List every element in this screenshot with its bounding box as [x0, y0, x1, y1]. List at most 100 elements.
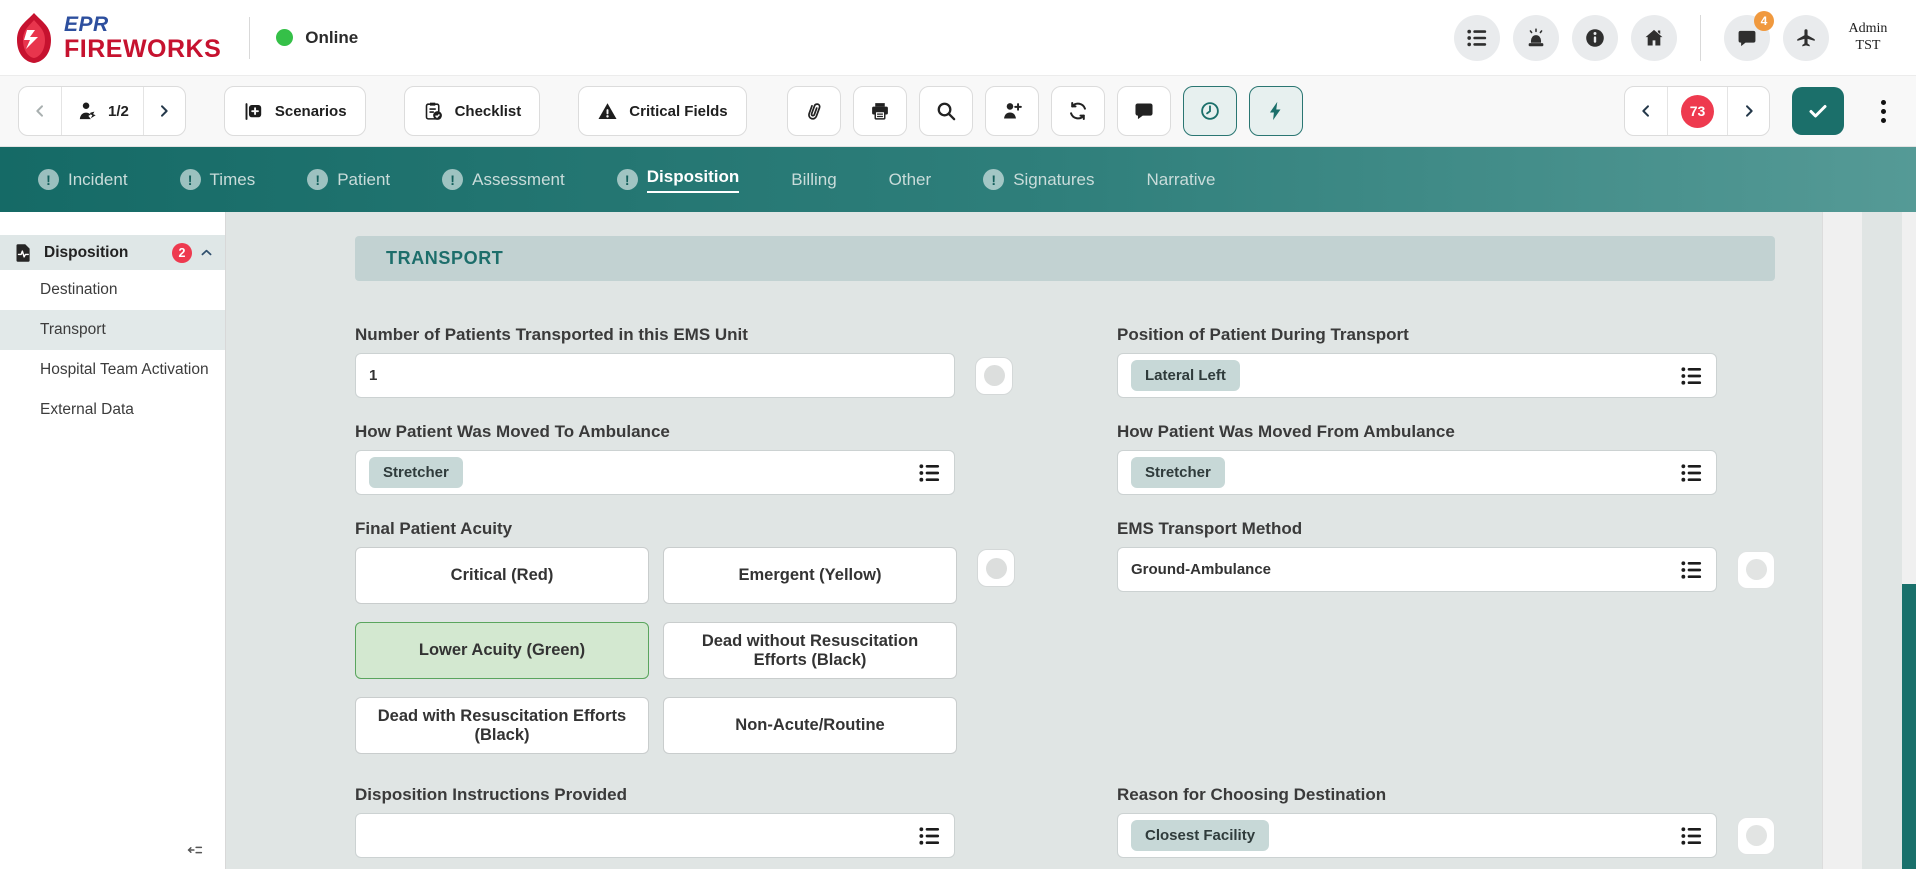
sidebar-section-label: Disposition: [44, 243, 129, 261]
menu-list-button[interactable]: [1454, 14, 1500, 61]
open-list-icon[interactable]: [1680, 558, 1703, 581]
divider: [249, 16, 251, 59]
comments-button[interactable]: [1116, 86, 1171, 136]
open-list-icon[interactable]: [1680, 364, 1703, 387]
destination-reason-status-button[interactable]: [1737, 816, 1775, 855]
chat-icon: [1738, 30, 1756, 46]
open-list-icon[interactable]: [918, 461, 941, 484]
tab-disposition[interactable]: ! Disposition: [591, 157, 766, 203]
transport-method-status-button[interactable]: [1737, 550, 1775, 589]
brand-name-bottom: FIREWORKS: [64, 34, 222, 63]
tab-patient[interactable]: ! Patient: [281, 159, 416, 200]
printer-icon: [871, 103, 888, 120]
acuity-option-non-acute-routine[interactable]: Non-Acute/Routine: [663, 697, 957, 754]
tab-assessment[interactable]: ! Assessment: [416, 159, 591, 200]
patient-pager: 1/2: [18, 86, 186, 136]
num-patients-status-button[interactable]: [975, 356, 1013, 395]
tab-incident[interactable]: ! Incident: [12, 159, 154, 200]
chevron-up-icon: [200, 246, 213, 259]
destination-reason-label: Reason for Choosing Destination: [1117, 785, 1387, 804]
acuity-status-button[interactable]: [977, 549, 1015, 587]
alert-icon: !: [442, 169, 464, 190]
checklist-icon: [425, 102, 442, 120]
issue-count[interactable]: 73: [1667, 87, 1727, 135]
messages-button[interactable]: 4: [1724, 10, 1774, 61]
sidebar-item-external-data[interactable]: External Data: [0, 390, 225, 430]
warning-triangle-icon: [598, 102, 617, 119]
search-button[interactable]: [918, 86, 973, 136]
times-quick-button[interactable]: [1182, 86, 1237, 136]
alert-icon: !: [307, 169, 329, 190]
acuity-option-lower-acuity-green[interactable]: Lower Acuity (Green): [355, 622, 649, 679]
scenarios-icon: [245, 102, 262, 120]
acuity-option-emergent-yellow[interactable]: Emergent (Yellow): [663, 547, 957, 604]
save-button[interactable]: [1792, 87, 1844, 135]
next-issue-button[interactable]: [1727, 87, 1769, 135]
logo-flame-icon: [17, 12, 51, 63]
position-field[interactable]: Lateral Left: [1117, 353, 1717, 398]
sidebar-item-transport[interactable]: Transport: [0, 310, 225, 350]
moved-to-label: How Patient Was Moved To Ambulance: [355, 422, 670, 441]
more-options-button[interactable]: [1868, 87, 1898, 135]
open-list-icon[interactable]: [918, 824, 941, 847]
home-button[interactable]: [1631, 14, 1677, 61]
page-scrollbar-thumb[interactable]: [1902, 584, 1916, 869]
home-icon: [1645, 29, 1663, 46]
content-area: Disposition 2 Destination Transport Hosp…: [0, 212, 1916, 869]
patient-icon: [79, 101, 96, 119]
print-button[interactable]: [852, 86, 907, 136]
acuity-options: Critical (Red) Emergent (Yellow) Lower A…: [355, 547, 957, 754]
patient-pager-current[interactable]: 1/2: [61, 87, 143, 135]
open-list-icon[interactable]: [1680, 461, 1703, 484]
scenarios-button[interactable]: Scenarios: [223, 86, 366, 136]
acuity-option-critical-red[interactable]: Critical (Red): [355, 547, 649, 604]
open-list-icon[interactable]: [1680, 824, 1703, 847]
sidebar-item-hospital-team-activation[interactable]: Hospital Team Activation: [0, 350, 225, 390]
next-patient-button[interactable]: [142, 87, 185, 135]
moved-to-field[interactable]: Stretcher: [355, 450, 955, 495]
top-icon-buttons: 4 Admin TST: [1454, 10, 1894, 64]
user-avatar[interactable]: Admin TST: [1842, 11, 1894, 64]
num-patients-label: Number of Patients Transported in this E…: [355, 325, 748, 344]
acuity-label: Final Patient Acuity: [355, 519, 513, 538]
tab-billing[interactable]: Billing: [765, 160, 862, 200]
transport-method-field[interactable]: Ground-Ambulance: [1117, 547, 1717, 592]
tab-narrative[interactable]: Narrative: [1120, 160, 1241, 200]
info-button[interactable]: [1572, 14, 1618, 61]
tab-signatures[interactable]: ! Signatures: [957, 159, 1120, 200]
previous-issue-button[interactable]: [1625, 87, 1667, 135]
sidebar-section-disposition[interactable]: Disposition 2: [0, 235, 225, 270]
tab-other[interactable]: Other: [863, 160, 958, 200]
siren-button[interactable]: [1513, 14, 1559, 61]
quick-actions-button[interactable]: [1248, 86, 1303, 136]
clock-icon: [1200, 102, 1219, 120]
chevron-left-icon: [1642, 105, 1649, 117]
instructions-field[interactable]: [355, 813, 955, 858]
num-patients-input[interactable]: [369, 367, 941, 384]
transport-mode-button[interactable]: [1783, 14, 1829, 61]
chevron-right-icon: [161, 105, 169, 117]
online-status: Online: [276, 28, 358, 48]
checklist-button[interactable]: Checklist: [403, 86, 541, 136]
menu-list-icon: [1467, 29, 1487, 46]
status-dot: [983, 365, 1005, 386]
sync-button[interactable]: [1050, 86, 1105, 136]
moved-from-field[interactable]: Stretcher: [1117, 450, 1717, 495]
tab-times[interactable]: ! Times: [154, 159, 282, 200]
transport-section-title: TRANSPORT: [386, 248, 504, 268]
section-tabbar: ! Incident ! Times ! Patient ! Assessment ! D…: [0, 147, 1916, 212]
info-icon: [1586, 28, 1604, 47]
add-crew-button[interactable]: [984, 86, 1039, 136]
attachments-button[interactable]: [786, 86, 841, 136]
num-patients-field[interactable]: [355, 353, 955, 398]
sidebar-item-destination[interactable]: Destination: [0, 270, 225, 310]
alert-icon: !: [38, 169, 59, 190]
critical-fields-button[interactable]: Critical Fields: [578, 86, 747, 136]
collapse-sidebar-button[interactable]: [185, 839, 215, 861]
previous-patient-button[interactable]: [19, 87, 61, 135]
acuity-option-dead-without-resuscitation[interactable]: Dead without Resuscitation Efforts (Blac…: [663, 622, 957, 679]
acuity-option-dead-with-resuscitation[interactable]: Dead with Resuscitation Efforts (Black): [355, 697, 649, 754]
alert-icon: !: [179, 169, 201, 190]
page-scrollbar[interactable]: [1902, 212, 1916, 869]
destination-reason-field[interactable]: Closest Facility: [1117, 813, 1717, 858]
